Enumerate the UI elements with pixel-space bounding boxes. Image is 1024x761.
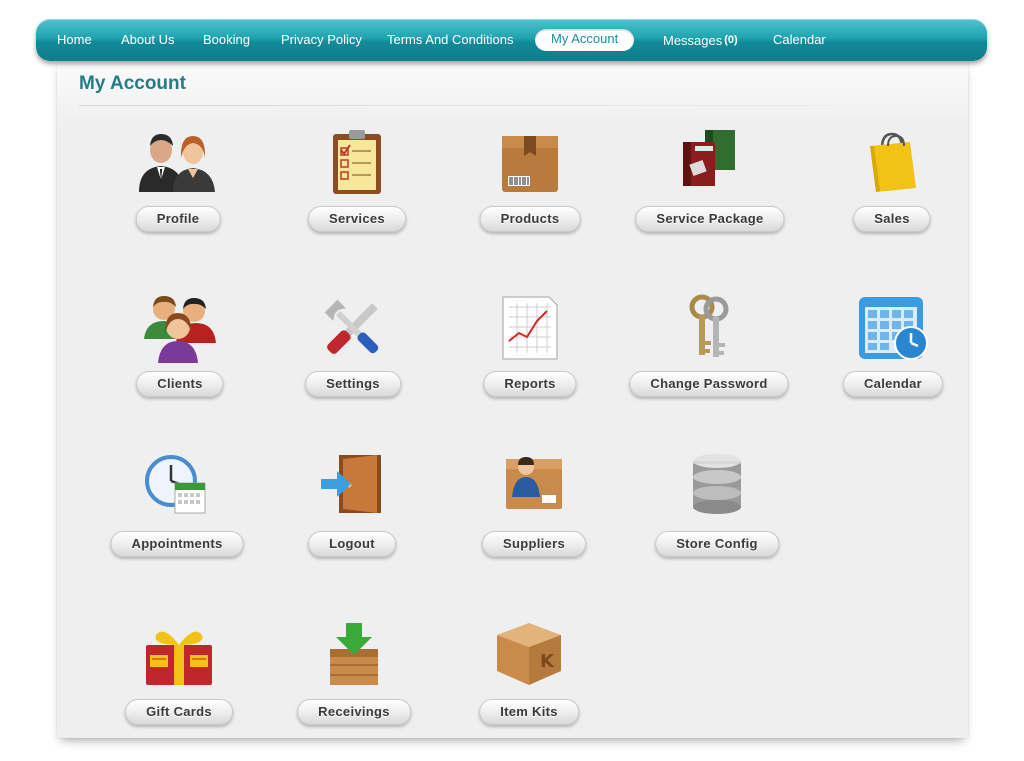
nav-messages[interactable]: Messages (0) — [663, 19, 738, 61]
nav-messages-label: Messages — [663, 33, 723, 48]
receiving-box-icon — [279, 621, 429, 691]
door-exit-icon — [277, 453, 427, 523]
box-icon — [455, 128, 605, 198]
nav-about-us[interactable]: About Us — [121, 19, 174, 61]
item-kits-label: Item Kits — [479, 699, 579, 725]
item-kit-box-icon: K — [454, 621, 604, 691]
profile-icon — [103, 128, 253, 198]
package-icon — [635, 128, 785, 198]
products-label: Products — [479, 206, 581, 232]
clipboard-icon — [282, 128, 432, 198]
service-package-label: Service Package — [635, 206, 785, 232]
profile-label: Profile — [135, 206, 221, 232]
tools-icon — [278, 293, 428, 363]
suppliers-label: Suppliers — [482, 531, 586, 557]
content-panel: My Account Profile Services Products Ser… — [57, 60, 968, 738]
clients-label: Clients — [136, 371, 224, 397]
shopping-bag-icon — [817, 128, 967, 198]
calendar-label: Calendar — [842, 371, 944, 397]
logout-label: Logout — [308, 531, 396, 557]
gift-cards-label: Gift Cards — [125, 699, 233, 725]
gift-card-icon — [104, 621, 254, 691]
sales-label: Sales — [853, 206, 931, 232]
page-title: My Account — [79, 73, 186, 94]
supplier-icon — [459, 453, 609, 523]
services-label: Services — [308, 206, 406, 232]
svg-text:K: K — [540, 651, 555, 672]
appointment-clock-icon — [102, 453, 252, 523]
clients-icon — [105, 293, 255, 363]
appointments-label: Appointments — [110, 531, 244, 557]
messages-count-badge: (0) — [724, 34, 738, 46]
reports-label: Reports — [483, 371, 577, 397]
nav-terms-and-conditions[interactable]: Terms And Conditions — [387, 19, 513, 61]
nav-my-account[interactable]: My Account — [535, 29, 635, 51]
database-icon — [642, 453, 792, 523]
settings-label: Settings — [305, 371, 401, 397]
nav-home[interactable]: Home — [57, 19, 92, 61]
keys-icon — [634, 293, 784, 363]
main-nav-bar: Home About Us Booking Privacy Policy Ter… — [36, 19, 987, 61]
report-chart-icon — [455, 293, 605, 363]
nav-booking[interactable]: Booking — [203, 19, 250, 61]
calendar-clock-icon — [818, 293, 968, 363]
nav-calendar[interactable]: Calendar — [773, 19, 826, 61]
change-password-label: Change Password — [629, 371, 789, 397]
title-divider — [79, 105, 929, 106]
store-config-label: Store Config — [655, 531, 779, 557]
receivings-label: Receivings — [297, 699, 411, 725]
nav-privacy-policy[interactable]: Privacy Policy — [281, 19, 362, 61]
